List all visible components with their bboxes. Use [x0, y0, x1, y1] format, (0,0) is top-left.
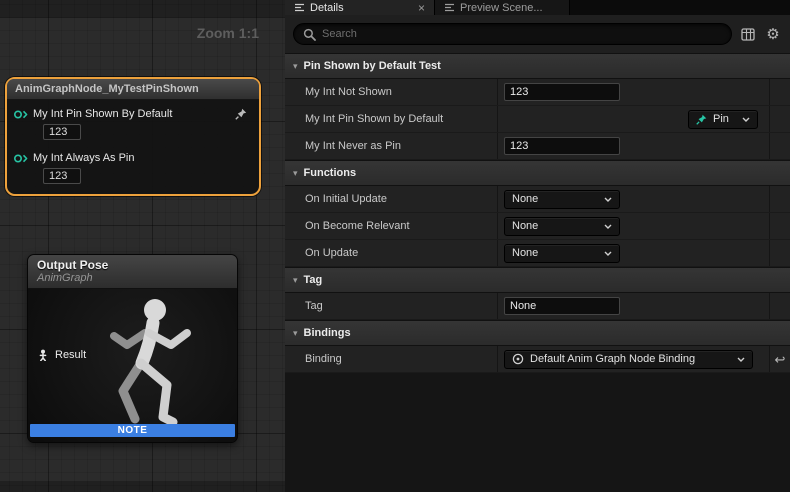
property-row: My Int Not Shown	[285, 79, 790, 106]
pin-default-value-field[interactable]: 123	[43, 124, 81, 140]
display-filter-grid-icon[interactable]	[739, 28, 757, 41]
details-tab-icon	[294, 2, 305, 13]
property-row: On Initial Update None	[285, 186, 790, 213]
property-row: Binding Default Anim Graph Node Binding …	[285, 346, 790, 373]
property-label: On Become Relevant	[305, 220, 410, 232]
zoom-level-label: Zoom 1:1	[197, 25, 259, 41]
category-header-tag[interactable]: ▾ Tag	[285, 267, 790, 293]
pin-label: Result	[55, 349, 86, 361]
node-title: Output Pose	[37, 258, 228, 272]
pin-dropdown[interactable]: Pin	[688, 110, 758, 129]
tab-preview-scene[interactable]: Preview Scene...	[435, 0, 570, 15]
binding-icon	[512, 353, 524, 365]
tab-label: Preview Scene...	[460, 2, 543, 14]
reset-to-default-icon[interactable]: ↩	[775, 353, 786, 366]
category-title: Pin Shown by Default Test	[304, 60, 441, 72]
tab-label: Details	[310, 2, 344, 14]
search-input[interactable]	[322, 28, 722, 40]
pose-pin-icon[interactable]	[37, 349, 49, 361]
pin-icon	[696, 114, 707, 125]
dropdown-value: Default Anim Graph Node Binding	[530, 353, 695, 365]
node-title-bar[interactable]: Output Pose AnimGraph	[28, 255, 237, 289]
property-row: My Int Pin Shown by Default Pin	[285, 106, 790, 133]
pin-default-value-field[interactable]: 123	[43, 168, 81, 184]
search-toolbar: ⚙	[285, 15, 790, 53]
chevron-down-icon	[604, 251, 612, 256]
panel-tab-bar: Details × Preview Scene...	[285, 0, 790, 15]
anim-graph-node[interactable]: AnimGraphNode_MyTestPinShown My Int Pin …	[5, 77, 261, 196]
preview-scene-tab-icon	[444, 2, 455, 13]
settings-gear-icon[interactable]: ⚙	[764, 27, 782, 42]
function-dropdown[interactable]: None	[504, 217, 620, 236]
search-icon	[303, 28, 316, 41]
chevron-down-icon[interactable]: ▾	[293, 328, 298, 339]
property-row: Tag	[285, 293, 790, 320]
category-header-functions[interactable]: ▾ Functions	[285, 160, 790, 186]
pin-visibility-toggle-icon[interactable]	[235, 108, 247, 120]
node-title-bar[interactable]: AnimGraphNode_MyTestPinShown	[7, 79, 259, 100]
chevron-down-icon[interactable]: ▾	[293, 275, 298, 286]
node-subtitle: AnimGraph	[37, 272, 228, 284]
graph-top-band	[0, 0, 285, 17]
category-header-bindings[interactable]: ▾ Bindings	[285, 320, 790, 346]
function-dropdown[interactable]: None	[504, 244, 620, 263]
note-banner[interactable]: NOTE	[30, 424, 235, 437]
property-row: On Update None	[285, 240, 790, 267]
chevron-down-icon[interactable]: ▾	[293, 168, 298, 179]
chevron-down-icon	[737, 357, 745, 362]
binding-dropdown[interactable]: Default Anim Graph Node Binding	[504, 350, 753, 369]
pin-label: My Int Always As Pin	[33, 152, 134, 164]
int-pin-icon[interactable]	[13, 109, 28, 120]
unreal-editor-window: Zoom 1:1 AnimGraphNode_MyTestPinShown My…	[0, 0, 790, 492]
dropdown-value: Pin	[713, 113, 729, 125]
category-title: Tag	[304, 274, 323, 286]
chevron-down-icon	[604, 197, 612, 202]
details-panel: Details × Preview Scene... ⚙	[285, 0, 790, 492]
int-value-input[interactable]	[504, 83, 620, 101]
property-label: On Update	[305, 247, 358, 259]
dropdown-value: None	[512, 247, 538, 259]
property-label: On Initial Update	[305, 193, 387, 205]
int-pin-icon[interactable]	[13, 153, 28, 164]
chevron-down-icon[interactable]: ▾	[293, 61, 298, 72]
property-label: My Int Not Shown	[305, 86, 392, 98]
property-label: My Int Never as Pin	[305, 140, 401, 152]
output-pose-node[interactable]: Output Pose AnimGraph Result	[27, 254, 238, 443]
property-label: Binding	[305, 353, 342, 365]
node-title: AnimGraphNode_MyTestPinShown	[15, 83, 199, 95]
graph-bottom-band	[0, 481, 285, 492]
chevron-down-icon	[742, 117, 750, 122]
details-empty-area	[285, 373, 790, 492]
property-row: My Int Never as Pin	[285, 133, 790, 160]
chevron-down-icon	[604, 224, 612, 229]
dropdown-value: None	[512, 220, 538, 232]
anim-graph-canvas[interactable]: Zoom 1:1 AnimGraphNode_MyTestPinShown My…	[0, 0, 285, 492]
category-title: Functions	[304, 167, 357, 179]
property-row: On Become Relevant None	[285, 213, 790, 240]
category-header-pin-shown[interactable]: ▾ Pin Shown by Default Test	[285, 53, 790, 79]
mannequin-preview-image	[68, 289, 228, 439]
tab-details[interactable]: Details ×	[285, 0, 435, 15]
node-body: My Int Pin Shown By Default 123 My Int A…	[7, 100, 259, 194]
int-value-input[interactable]	[504, 137, 620, 155]
search-box[interactable]	[293, 23, 732, 45]
property-label: My Int Pin Shown by Default	[305, 113, 443, 125]
node-body: Result NOTE	[28, 289, 237, 442]
dropdown-value: None	[512, 193, 538, 205]
property-label: Tag	[305, 300, 323, 312]
category-title: Bindings	[304, 327, 351, 339]
pin-label: My Int Pin Shown By Default	[33, 108, 172, 120]
close-tab-icon[interactable]: ×	[418, 2, 425, 14]
function-dropdown[interactable]: None	[504, 190, 620, 209]
tag-value-input[interactable]	[504, 297, 620, 315]
